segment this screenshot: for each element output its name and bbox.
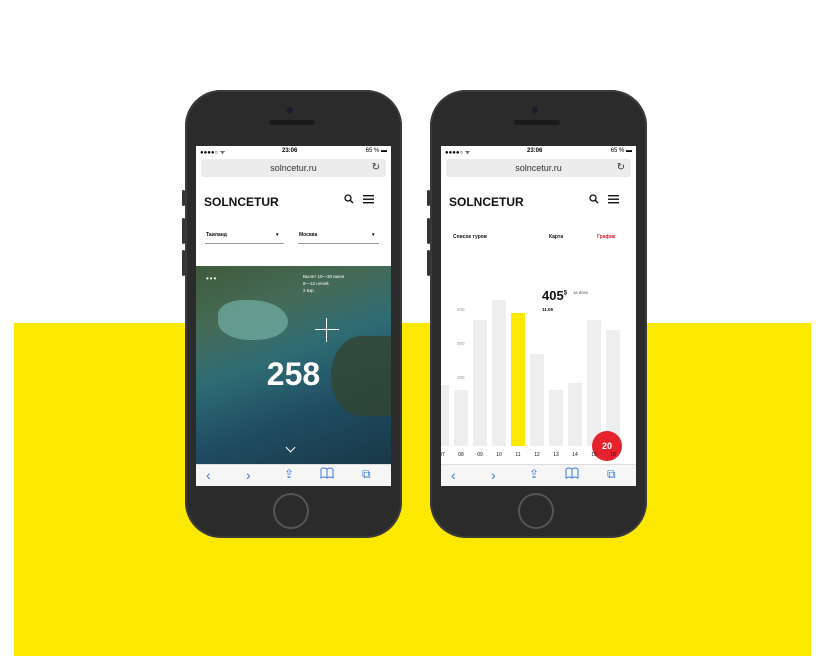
url-text: solncetur.ru [270,163,317,173]
hero-photo: ••• Вылет 10—30 июня 8—12 ночей 2 взр 25… [196,266,391,464]
more-icon[interactable]: ••• [206,274,217,283]
tour-count: 258 [266,356,321,392]
chevron-down-icon[interactable]: ▾ [276,232,279,238]
bar-selected[interactable] [511,313,525,446]
phone-left: ●●●●○ ᯤ 23:06 65 % ▬ solncetur.ru ↻ SOLN… [182,90,402,538]
status-bar: ●●●●○ ᯤ 23:06 65 % ▬ [441,146,636,156]
address-bar[interactable]: solncetur.ru ↻ [201,159,386,177]
search-icon[interactable] [589,194,599,207]
speaker [269,120,315,125]
x-tick-label: 13 [553,452,559,458]
x-tick-label: 14 [572,452,578,458]
x-tick-label: 11 [515,452,521,458]
city-select[interactable]: Москва [299,232,317,238]
bar[interactable] [454,389,468,446]
signal-indicator: ●●●●○ ᯤ [200,150,226,156]
browser-toolbar: ‹ › ⇪ ⧉ [441,464,636,486]
url-text: solncetur.ru [515,163,562,173]
bookmarks-icon[interactable] [565,467,579,482]
plus-icon[interactable] [315,318,339,342]
tab-chart[interactable]: График [597,234,615,240]
x-tick-label: 07 [441,452,445,458]
bookmarks-icon[interactable] [320,467,334,482]
bar[interactable] [492,299,506,446]
x-tick-label: 10 [496,452,502,458]
home-button[interactable] [273,493,309,529]
bar[interactable] [568,383,582,446]
x-tick-label: 09 [477,452,483,458]
screen: ●●●●○ ᯤ 23:06 65 % ▬ solncetur.ru ↻ SOLN… [441,146,636,486]
y-tick-label: 400 [457,307,465,312]
signal-indicator: ●●●●○ ᯤ [445,150,471,156]
camera [287,107,293,113]
x-tick-label: 08 [458,452,464,458]
menu-icon[interactable] [608,194,619,207]
y-tick-label: 300 [457,341,465,346]
forward-icon[interactable]: › [246,467,251,483]
divider [298,243,379,244]
bar[interactable] [473,320,487,446]
bar[interactable] [530,354,544,446]
bar[interactable] [587,320,601,446]
back-icon[interactable]: ‹ [451,467,456,483]
battery-indicator: 65 % ▬ [365,148,387,154]
chevron-down-icon[interactable] [285,442,296,453]
camera [532,107,538,113]
share-icon[interactable]: ⇪ [284,467,294,481]
bar[interactable] [441,384,449,446]
address-bar[interactable]: solncetur.ru ↻ [446,159,631,177]
tab-map[interactable]: Карта [549,234,563,240]
x-tick-label: 12 [534,452,540,458]
country-select[interactable]: Таиланд [206,232,227,238]
bar[interactable] [549,389,563,446]
phone-right: ●●●●○ ᯤ 23:06 65 % ▬ solncetur.ru ↻ SOLN… [427,90,647,538]
reload-icon[interactable]: ↻ [617,162,625,173]
menu-icon[interactable] [363,194,374,207]
forward-icon[interactable]: › [491,467,496,483]
bar[interactable] [606,330,620,446]
price-chart: 405$ за всех 11.09 20 400300200070809101… [441,266,636,464]
status-time: 23:06 [527,148,543,154]
screen: ●●●●○ ᯤ 23:06 65 % ▬ solncetur.ru ↻ SOLN… [196,146,391,486]
yellow-background [14,323,811,656]
price-value: 405$ [542,288,568,303]
share-icon[interactable]: ⇪ [529,467,539,481]
tabs-icon[interactable]: ⧉ [362,467,371,482]
x-tick-label: 16 [610,452,616,458]
search-icon[interactable] [344,194,354,207]
search-params[interactable]: Вылет 10—30 июня 8—12 ночей 2 взр [303,273,344,294]
battery-indicator: 65 % ▬ [610,148,632,154]
price-note: за всех [573,290,589,295]
speaker [514,120,560,125]
site-logo[interactable]: SOLNCETUR [449,195,524,209]
y-tick-label: 200 [457,375,465,380]
home-button[interactable] [518,493,554,529]
site-logo[interactable]: SOLNCETUR [204,195,279,209]
reload-icon[interactable]: ↻ [372,162,380,173]
tabs-icon[interactable]: ⧉ [607,467,616,482]
chevron-down-icon[interactable]: ▾ [372,232,375,238]
tab-list[interactable]: Список туров [453,234,487,240]
status-bar: ●●●●○ ᯤ 23:06 65 % ▬ [196,146,391,156]
x-tick-label: 15 [591,452,597,458]
price-date: 11.09 [542,307,554,312]
divider [205,243,284,244]
browser-toolbar: ‹ › ⇪ ⧉ [196,464,391,486]
back-icon[interactable]: ‹ [206,467,211,483]
status-time: 23:06 [282,148,298,154]
